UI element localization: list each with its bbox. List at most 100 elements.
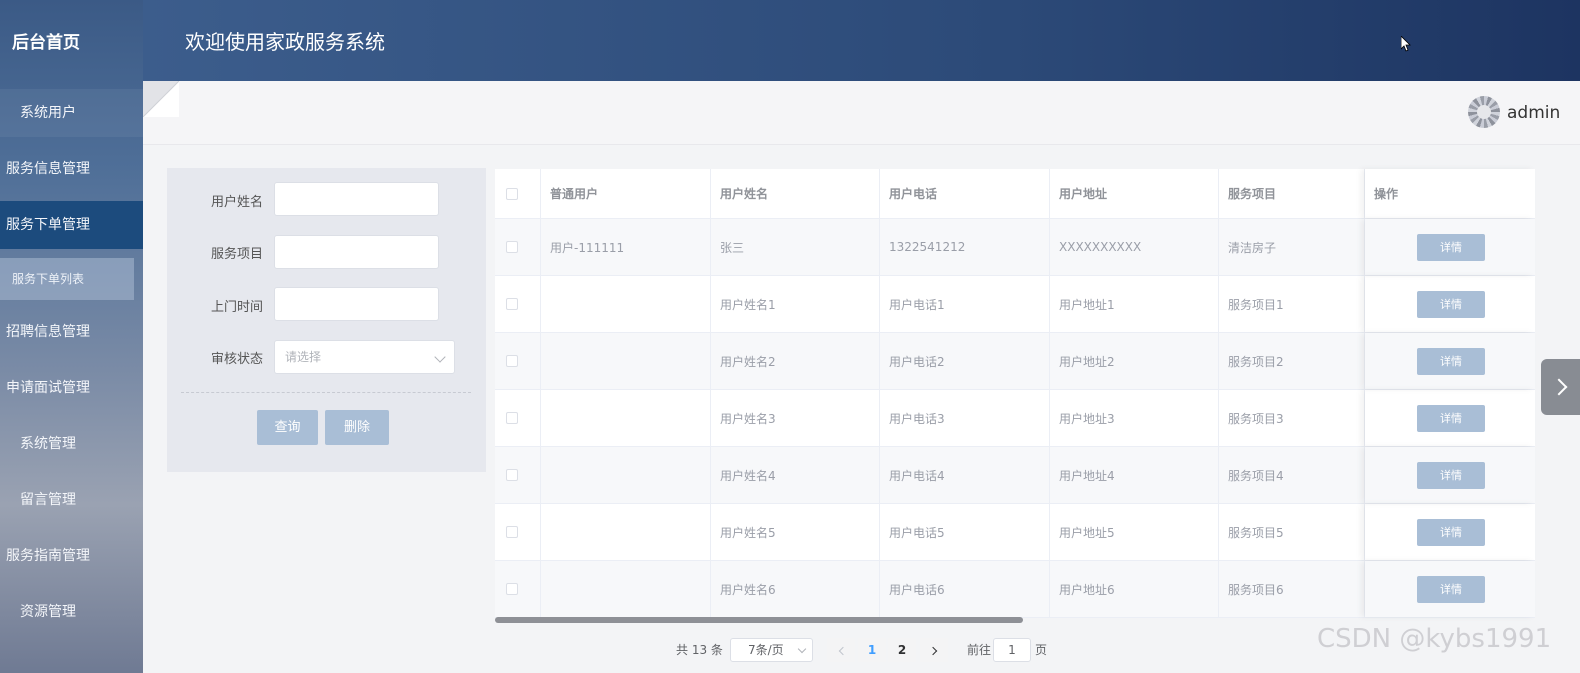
service-label: 服务项目 [210, 247, 263, 262]
page-2-button[interactable]: 2 [888, 638, 916, 662]
cell-service: 服务项目5 [1219, 504, 1365, 560]
cell-name: 用户姓名1 [711, 276, 880, 332]
page-suffix: 页 [1035, 643, 1048, 657]
sidebar-subitem-order-list[interactable]: 服务下单列表 [0, 258, 134, 300]
table-row: 用户姓名3 用户电话3 用户地址3 服务项目3 详情 [495, 390, 1535, 447]
cell-service: 服务项目6 [1219, 561, 1365, 617]
page-1-button[interactable]: 1 [858, 638, 886, 662]
status-label: 审核状态 [210, 352, 263, 367]
username[interactable]: admin [1507, 103, 1560, 123]
sidebar-item-system-manage[interactable]: 系统管理 [0, 420, 143, 468]
detail-button[interactable]: 详情 [1417, 461, 1485, 489]
row-checkbox[interactable] [506, 469, 518, 481]
row-select-cell [495, 219, 541, 275]
cell-name: 用户姓名5 [711, 504, 880, 560]
cell-user [541, 447, 711, 503]
name-input[interactable] [274, 182, 439, 216]
table-row: 用户姓名1 用户电话1 用户地址1 服务项目1 详情 [495, 276, 1535, 333]
chevron-down-icon [797, 644, 807, 654]
query-button[interactable]: 查询 [257, 410, 318, 445]
actions-cell: 详情 [1365, 447, 1535, 503]
sidebar: 后台首页 系统用户 服务信息管理 服务下单管理 服务下单列表 招聘信息管理 申请… [0, 0, 143, 673]
actions-cell: 详情 [1365, 276, 1535, 332]
service-input[interactable] [274, 235, 439, 269]
cell-service: 清洁房子 [1219, 219, 1365, 275]
cell-phone: 用户电话5 [880, 504, 1050, 560]
row-checkbox[interactable] [506, 583, 518, 595]
row-checkbox[interactable] [506, 412, 518, 424]
col-address: 用户地址 [1050, 169, 1219, 218]
time-input[interactable] [274, 287, 439, 321]
cell-name: 用户姓名3 [711, 390, 880, 446]
select-all-checkbox[interactable] [506, 187, 518, 200]
sidebar-item-resources[interactable]: 资源管理 [0, 588, 143, 636]
detail-button[interactable]: 详情 [1417, 290, 1485, 318]
cell-phone: 用户电话6 [880, 561, 1050, 617]
cell-address: 用户地址3 [1050, 390, 1219, 446]
detail-button[interactable]: 详情 [1417, 404, 1485, 432]
table-row: 用户-111111 张三 1322541212 XXXXXXXXXX 清洁房子 详情 [495, 219, 1535, 276]
detail-button[interactable]: 详情 [1417, 347, 1485, 375]
table-header: 普通用户 用户姓名 用户电话 用户地址 服务项目 操作 [495, 169, 1535, 219]
avatar[interactable] [1468, 96, 1500, 128]
sidebar-item-service-info[interactable]: 服务信息管理 [0, 145, 143, 193]
cell-name: 张三 [711, 219, 880, 275]
col-service: 服务项目 [1219, 169, 1365, 218]
cell-name: 用户姓名2 [711, 333, 880, 389]
cell-service: 服务项目1 [1219, 276, 1365, 332]
fold-corner-icon[interactable] [143, 81, 179, 117]
mouse-cursor-icon [1401, 36, 1411, 52]
sidebar-item-recruitment[interactable]: 招聘信息管理 [0, 308, 143, 356]
sidebar-item-system-users[interactable]: 系统用户 [0, 89, 143, 137]
cell-address: 用户地址6 [1050, 561, 1219, 617]
row-select-cell [495, 504, 541, 560]
detail-button[interactable]: 详情 [1417, 575, 1485, 603]
row-select-cell [495, 333, 541, 389]
actions-cell: 详情 [1365, 333, 1535, 389]
col-user: 普通用户 [541, 169, 711, 218]
cell-user [541, 390, 711, 446]
row-select-cell [495, 447, 541, 503]
table-row: 用户姓名5 用户电话5 用户地址5 服务项目5 详情 [495, 504, 1535, 561]
top-header: 欢迎使用家政服务系统 [143, 0, 1580, 81]
sidebar-item-messages[interactable]: 留言管理 [0, 476, 143, 524]
actions-cell: 详情 [1365, 504, 1535, 560]
sidebar-item-service-orders[interactable]: 服务下单管理 [0, 201, 143, 249]
row-checkbox[interactable] [506, 355, 518, 367]
cell-service: 服务项目3 [1219, 390, 1365, 446]
row-checkbox[interactable] [506, 241, 518, 253]
name-label: 用户姓名 [210, 195, 263, 210]
cell-phone: 1322541212 [880, 219, 1050, 275]
pagination-total: 共 13 条 [676, 643, 723, 657]
sidebar-item-interview[interactable]: 申请面试管理 [0, 364, 143, 412]
row-select-cell [495, 390, 541, 446]
row-checkbox[interactable] [506, 298, 518, 310]
table-row: 用户姓名4 用户电话4 用户地址4 服务项目4 详情 [495, 447, 1535, 504]
sidebar-item-service-guide[interactable]: 服务指南管理 [0, 532, 143, 580]
sidebar-brand[interactable]: 后台首页 [12, 28, 80, 53]
row-select-cell [495, 561, 541, 617]
goto-input[interactable]: 1 [993, 638, 1031, 662]
row-checkbox[interactable] [506, 526, 518, 538]
page-size-select[interactable]: 7条/页 [730, 638, 813, 662]
chevron-down-icon [434, 351, 446, 363]
time-label: 上门时间 [210, 300, 263, 315]
prev-page-button[interactable] [827, 638, 855, 662]
page-size-value: 7条/页 [748, 643, 784, 657]
horizontal-scrollbar[interactable] [495, 617, 1023, 623]
delete-button[interactable]: 删除 [325, 410, 389, 445]
watermark: CSDN @kybs1991 [1317, 624, 1552, 654]
select-all-cell [495, 169, 541, 218]
actions-cell: 详情 [1365, 219, 1535, 275]
cell-user [541, 504, 711, 560]
cell-address: 用户地址5 [1050, 504, 1219, 560]
status-select[interactable]: 请选择 [274, 340, 455, 374]
cell-phone: 用户电话2 [880, 333, 1050, 389]
detail-button[interactable]: 详情 [1417, 518, 1485, 546]
divider [181, 392, 471, 393]
detail-button[interactable]: 详情 [1417, 233, 1485, 261]
cell-name: 用户姓名6 [711, 561, 880, 617]
next-page-button[interactable] [920, 638, 948, 662]
chevron-left-icon [838, 646, 847, 656]
expand-panel-button[interactable] [1541, 359, 1580, 415]
